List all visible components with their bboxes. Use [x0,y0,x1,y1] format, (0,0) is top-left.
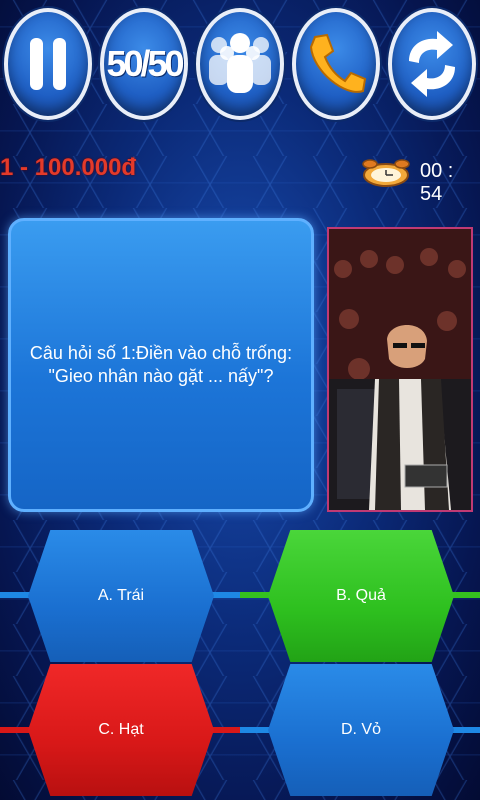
answer-d-label: D. Vỏ [340,721,381,738]
phone-friend-button[interactable] [292,8,380,120]
question-text: Câu hỏi số 1:Điền vào chỗ trống: "Gieo n… [29,343,293,386]
alarm-clock-icon [362,159,410,187]
pause-button[interactable] [4,8,92,120]
switch-icon [409,31,455,97]
answer-b-label: B. Quả [336,587,386,604]
lifeline-bar: 50/50 [0,8,480,128]
host-photo [327,227,473,512]
ask-audience-button[interactable] [196,8,284,120]
answer-c-label: C. Hạt [98,721,144,738]
phone-icon [309,33,367,93]
answer-d-button[interactable]: D. Vỏ [268,664,454,796]
prize-level: 1 - 100.000đ [0,154,137,181]
question-box: Câu hỏi số 1:Điền vào chỗ trống: "Gieo n… [8,218,314,512]
countdown-timer: 00 : 54 [420,160,454,205]
audience-icon [209,33,271,93]
answer-c-button[interactable]: C. Hạt [28,664,214,796]
fifty-fifty-button[interactable]: 50/50 [100,8,188,120]
answer-b-button[interactable]: B. Quả [268,530,454,662]
host-image [329,229,471,510]
answer-a-label: A. Trái [97,587,145,604]
answer-a-button[interactable]: A. Trái [28,530,214,662]
switch-question-button[interactable] [388,8,476,120]
pause-icon [30,38,66,90]
fifty-fifty-icon: 50/50 [106,43,184,84]
